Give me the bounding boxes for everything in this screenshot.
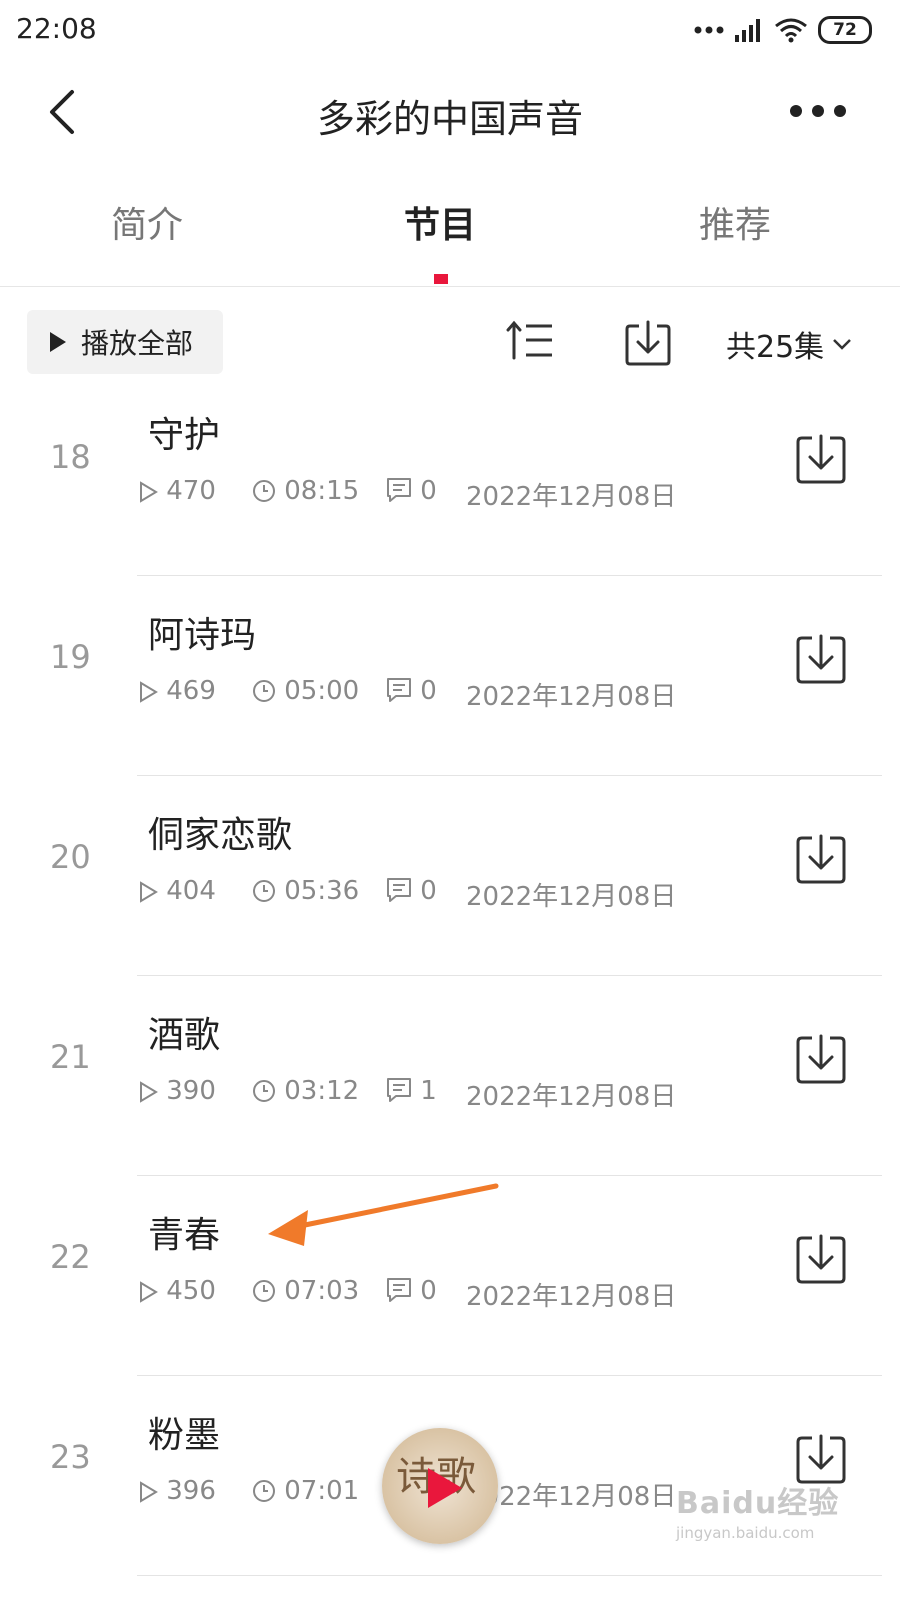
wifi-icon — [775, 18, 807, 43]
duration: 05:36 — [284, 876, 360, 906]
download-button[interactable] — [796, 1034, 846, 1084]
clock-icon — [253, 1080, 275, 1102]
episode-title: 酒歌 — [148, 1015, 221, 1056]
play-count: 404 — [166, 876, 216, 906]
episode-title: 阿诗玛 — [148, 615, 257, 656]
play-count: 396 — [166, 1476, 216, 1506]
page-title: 多彩的中国声音 — [316, 97, 583, 141]
release-date: 2022年12月08日 — [466, 1282, 677, 1312]
download-button[interactable] — [796, 1234, 846, 1284]
episode-row[interactable]: 21 酒歌 390 03:12 1 2022年12月08日 — [0, 976, 900, 1176]
download-icon — [796, 434, 846, 484]
clock-icon — [253, 1480, 275, 1502]
release-date: 2022年12月08日 — [466, 1082, 677, 1112]
more-dots-icon — [694, 26, 724, 34]
watermark-brand: Baidu经验 — [676, 1486, 840, 1521]
clock-icon — [253, 1280, 275, 1302]
play-count-icon — [140, 481, 158, 503]
chevron-down-icon — [833, 339, 852, 350]
more-options-icon[interactable] — [786, 96, 850, 126]
toolbar: 播放全部 共25集 — [0, 308, 900, 376]
play-count: 470 — [166, 476, 216, 506]
clock-icon — [253, 880, 275, 902]
header: 多彩的中国声音 — [0, 62, 900, 162]
download-icon — [796, 1034, 846, 1084]
status-icons: 72 — [694, 14, 872, 46]
duration: 08:15 — [284, 476, 360, 506]
comment-count: 1 — [420, 1076, 437, 1106]
episode-title: 侗家恋歌 — [148, 815, 293, 856]
play-all-label: 播放全部 — [81, 327, 194, 360]
download-button[interactable] — [796, 434, 846, 484]
duration: 07:01 — [284, 1476, 360, 1506]
signal-icon — [735, 19, 760, 42]
episode-count-dropdown[interactable]: 共25集 — [726, 322, 852, 366]
episode-row[interactable]: 18 守护 470 08:15 0 2022年12月08日 — [0, 376, 900, 576]
download-icon — [796, 1434, 846, 1484]
tab-programs[interactable]: 节目 — [340, 196, 540, 248]
play-count-icon — [140, 1081, 158, 1103]
active-tab-indicator — [434, 274, 448, 284]
play-count-icon — [140, 881, 158, 903]
play-icon — [428, 1468, 462, 1508]
play-count-icon — [140, 1281, 158, 1303]
episode-row[interactable]: 19 阿诗玛 469 05:00 0 2022年12月08日 — [0, 576, 900, 776]
tab-bar: 简介 节目 推荐 — [0, 176, 900, 287]
comment-count: 0 — [420, 876, 437, 906]
release-date: 2022年12月08日 — [466, 682, 677, 712]
episode-title: 粉墨 — [148, 1415, 221, 1456]
comment-count: 0 — [420, 1276, 437, 1306]
comment-icon — [387, 678, 411, 702]
episode-number: 23 — [50, 1438, 91, 1476]
episode-number: 22 — [50, 1238, 91, 1276]
play-count: 469 — [166, 676, 216, 706]
download-icon — [796, 1234, 846, 1284]
release-date: 2022年12月08日 — [466, 482, 677, 512]
episode-number: 19 — [50, 638, 91, 676]
download-icon — [796, 634, 846, 684]
comment-icon — [387, 478, 411, 502]
watermark-url: jingyan.baidu.com — [676, 1524, 815, 1542]
download-button[interactable] — [796, 1434, 846, 1484]
comment-icon — [387, 878, 411, 902]
download-all-icon[interactable] — [624, 318, 672, 366]
episode-title: 守护 — [148, 415, 221, 456]
annotation-arrow-icon — [268, 1183, 499, 1246]
clock-icon — [253, 480, 275, 502]
row-divider — [137, 1575, 882, 1576]
status-bar: 22:08 72 — [0, 0, 900, 62]
comment-count: 0 — [420, 476, 437, 506]
tab-recommend[interactable]: 推荐 — [635, 196, 835, 248]
tab-intro[interactable]: 简介 — [47, 196, 247, 248]
episode-row[interactable]: 20 侗家恋歌 404 05:36 0 2022年12月08日 — [0, 776, 900, 976]
status-time: 22:08 — [16, 12, 97, 45]
duration: 03:12 — [284, 1076, 360, 1106]
comment-icon — [387, 1278, 411, 1302]
play-all-button[interactable]: 播放全部 — [27, 310, 223, 374]
play-count: 390 — [166, 1076, 216, 1106]
play-count-icon — [140, 681, 158, 703]
play-icon — [50, 332, 66, 352]
episode-number: 18 — [50, 438, 91, 476]
download-button[interactable] — [796, 834, 846, 884]
download-button[interactable] — [796, 634, 846, 684]
episode-number: 21 — [50, 1038, 91, 1076]
comment-icon — [387, 1078, 411, 1102]
watermark: Baidu经验 jingyan.baidu.com — [676, 1478, 856, 1558]
play-count-icon — [140, 1481, 158, 1503]
duration: 05:00 — [284, 676, 360, 706]
play-count: 450 — [166, 1276, 216, 1306]
episode-title: 青春 — [148, 1215, 221, 1256]
sort-icon[interactable] — [506, 320, 554, 360]
battery-icon: 72 — [818, 16, 872, 44]
release-date: 2022年12月08日 — [466, 882, 677, 912]
episode-number: 20 — [50, 838, 91, 876]
mini-player[interactable]: 诗歌 — [382, 1428, 498, 1544]
duration: 07:03 — [284, 1276, 360, 1306]
download-icon — [796, 834, 846, 884]
comment-count: 0 — [420, 676, 437, 706]
clock-icon — [253, 680, 275, 702]
episode-count-label: 共25集 — [726, 330, 825, 365]
